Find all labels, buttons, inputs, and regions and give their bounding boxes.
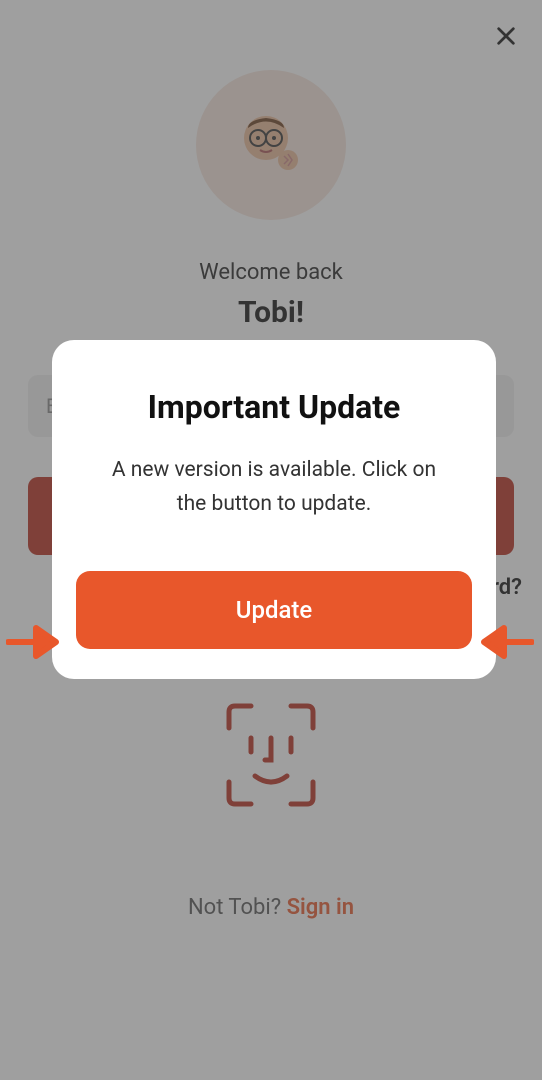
- annotation-arrow-right: [478, 622, 534, 662]
- arrow-left-icon: [478, 622, 534, 662]
- annotation-arrow-left: [6, 622, 62, 662]
- modal-body-text: A new version is available. Click on the…: [76, 454, 472, 521]
- arrow-right-icon: [6, 622, 62, 662]
- modal-title: Important Update: [76, 388, 472, 426]
- update-modal: Important Update A new version is availa…: [52, 340, 496, 679]
- update-button[interactable]: Update: [76, 571, 472, 649]
